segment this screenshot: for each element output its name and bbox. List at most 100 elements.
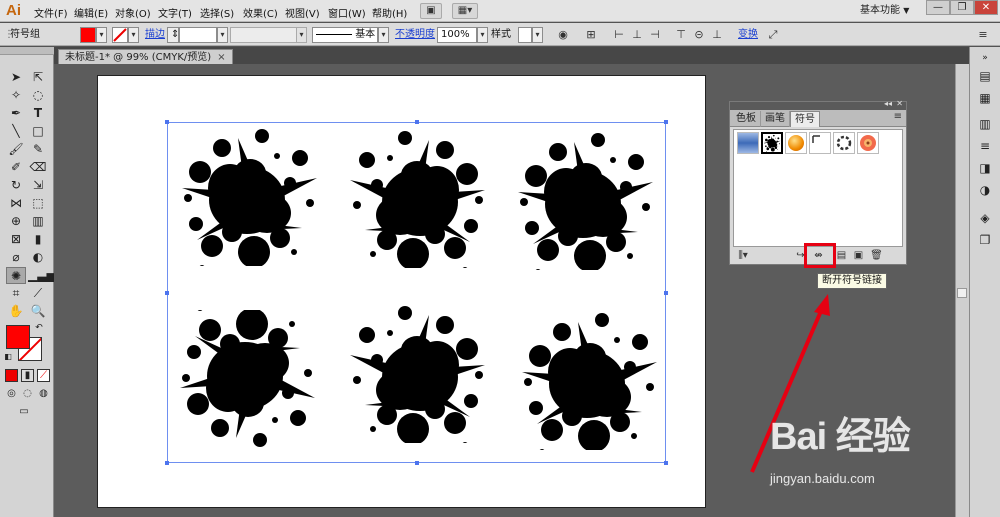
symbol-flower[interactable]	[857, 132, 879, 154]
symbol-options-icon[interactable]: ▤	[835, 250, 848, 262]
draw-behind-icon[interactable]: ◌	[21, 387, 34, 400]
symbol-blue-bar[interactable]	[737, 132, 759, 154]
close-panel-icon[interactable]: ✕	[896, 99, 903, 108]
symbol-orange-orb[interactable]	[785, 132, 807, 154]
draw-normal-icon[interactable]: ◎	[5, 387, 18, 400]
align-to-icon[interactable]: ⊞	[584, 28, 598, 42]
stroke-panel-icon[interactable]: ≡	[978, 139, 992, 153]
symbol-ring-chain[interactable]	[833, 132, 855, 154]
gradient-mode-icon[interactable]: ▮	[21, 369, 34, 382]
stroke-weight-input[interactable]	[179, 27, 217, 43]
align-bottom-icon[interactable]: ⊥	[710, 28, 724, 42]
panel-menu-icon[interactable]: ≡	[894, 111, 902, 122]
panel-menu-icon[interactable]: ≡	[976, 28, 990, 42]
stroke-label[interactable]: 描边	[145, 27, 165, 43]
symbol-ink-splatter[interactable]	[761, 132, 783, 154]
collapse-dock-icon[interactable]: »	[978, 51, 992, 65]
bounding-handle[interactable]	[664, 461, 668, 465]
swatches-panel-icon[interactable]: ▥	[978, 117, 992, 131]
lasso-tool-icon[interactable]: ◌	[28, 87, 48, 104]
document-tab[interactable]: 未标题-1* @ 99% (CMYK/预览) ×	[58, 49, 233, 64]
type-tool-icon[interactable]: T	[28, 105, 48, 122]
perspective-grid-tool-icon[interactable]: ▥	[28, 213, 48, 230]
align-right-icon[interactable]: ⊣	[648, 28, 662, 42]
tab-brushes[interactable]: 画笔	[761, 111, 790, 127]
restore-button[interactable]: ❐	[950, 0, 974, 15]
close-tab-icon[interactable]: ×	[217, 52, 225, 63]
shape-builder-tool-icon[interactable]: ⊕	[6, 213, 26, 230]
slice-tool-icon[interactable]: ⟋	[28, 285, 48, 302]
transparency-panel-icon[interactable]: ◨	[978, 161, 992, 175]
rotate-tool-icon[interactable]: ↻	[6, 177, 26, 194]
opacity-dropdown[interactable]: ▾	[477, 27, 488, 43]
menu-view[interactable]: 视图(V)	[285, 5, 320, 20]
color-guide-icon[interactable]: ▦	[978, 91, 992, 105]
bounding-handle[interactable]	[165, 291, 169, 295]
stroke-weight-stepper[interactable]: ⇕	[167, 27, 179, 43]
symbol-corner-ornament[interactable]	[809, 132, 831, 154]
artboards-panel-icon[interactable]: ❐	[978, 233, 992, 247]
stroke-weight-dropdown[interactable]: ▾	[217, 27, 228, 43]
transform-link[interactable]: 变换	[738, 27, 758, 43]
column-graph-tool-icon[interactable]: ▁▃▅	[28, 267, 56, 284]
menu-effect[interactable]: 效果(C)	[243, 5, 278, 20]
color-mode-icon[interactable]	[5, 369, 18, 382]
gradient-tool-icon[interactable]: ▮	[28, 231, 48, 248]
align-center-icon[interactable]: ⊥	[630, 28, 644, 42]
panel-titlebar[interactable]: ◂◂ ✕	[730, 99, 906, 110]
tools-panel-grip[interactable]	[0, 47, 54, 55]
isolate-group-icon[interactable]: ⤢	[766, 28, 780, 42]
variable-width-profile[interactable]	[230, 27, 306, 43]
eraser-tool-icon[interactable]: ⌫	[28, 159, 48, 176]
paintbrush-tool-icon[interactable]: 🖌	[6, 141, 26, 158]
opacity-input[interactable]: 100%	[437, 27, 477, 43]
blob-brush-tool-icon[interactable]: ✐	[6, 159, 26, 176]
menu-type[interactable]: 文字(T)	[158, 5, 192, 20]
pencil-tool-icon[interactable]: ✎	[28, 141, 48, 158]
hand-tool-icon[interactable]: ✋	[6, 303, 26, 320]
draw-inside-icon[interactable]: ◍	[37, 387, 50, 400]
none-mode-icon[interactable]: ⟋	[37, 369, 50, 382]
fill-dropdown[interactable]: ▾	[96, 27, 107, 43]
delete-symbol-icon[interactable]: 🗑	[870, 250, 883, 262]
menu-file[interactable]: 文件(F)	[34, 5, 68, 20]
color-panel-icon[interactable]: ▤	[978, 69, 992, 83]
symbol-libraries-menu-icon[interactable]: ⫼▾	[735, 250, 751, 262]
layers-panel-icon[interactable]: ◈	[978, 211, 992, 225]
fill-color-box[interactable]	[6, 325, 30, 349]
align-middle-icon[interactable]: ⊝	[692, 28, 706, 42]
align-left-icon[interactable]: ⊢	[612, 28, 626, 42]
bounding-handle[interactable]	[664, 291, 668, 295]
bounding-handle[interactable]	[415, 461, 419, 465]
menu-window[interactable]: 窗口(W)	[328, 5, 366, 20]
bounding-handle[interactable]	[165, 120, 169, 124]
direct-selection-tool-icon[interactable]: ⇱	[28, 69, 48, 86]
brush-definition[interactable]: 基本	[312, 27, 378, 43]
close-window-button[interactable]: ✕	[974, 0, 998, 15]
bounding-handle[interactable]	[165, 461, 169, 465]
menu-object[interactable]: 对象(O)	[115, 5, 151, 20]
tab-swatches[interactable]: 色板	[732, 111, 761, 127]
mesh-tool-icon[interactable]: ⊠	[6, 231, 26, 248]
variable-width-dropdown[interactable]: ▾	[296, 27, 307, 43]
collapse-panel-icon[interactable]: ◂◂	[884, 99, 892, 108]
symbol-sprayer-tool-icon[interactable]: ✺	[6, 267, 26, 284]
swap-colors-icon[interactable]: ↶	[32, 322, 46, 334]
tab-symbols[interactable]: 符号	[790, 111, 820, 127]
default-colors-icon[interactable]: ◧	[2, 351, 14, 363]
align-top-icon[interactable]: ⊤	[674, 28, 688, 42]
line-tool-icon[interactable]: ╲	[6, 123, 26, 140]
menu-help[interactable]: 帮助(H)	[372, 5, 407, 20]
eyedropper-tool-icon[interactable]: ⌀	[6, 249, 26, 266]
bounding-handle[interactable]	[664, 120, 668, 124]
fill-swatch[interactable]	[80, 27, 96, 43]
artboard-tool-icon[interactable]: ⌗	[6, 285, 26, 302]
brush-dropdown[interactable]: ▾	[378, 27, 389, 43]
menu-edit[interactable]: 编辑(E)	[74, 5, 108, 20]
rectangle-tool-icon[interactable]: □	[28, 123, 48, 140]
free-transform-tool-icon[interactable]: ⬚	[28, 195, 48, 212]
menu-select[interactable]: 选择(S)	[200, 5, 234, 20]
opacity-label[interactable]: 不透明度	[395, 27, 435, 43]
graphic-style-dropdown[interactable]: ▾	[532, 27, 543, 43]
blend-tool-icon[interactable]: ◐	[28, 249, 48, 266]
